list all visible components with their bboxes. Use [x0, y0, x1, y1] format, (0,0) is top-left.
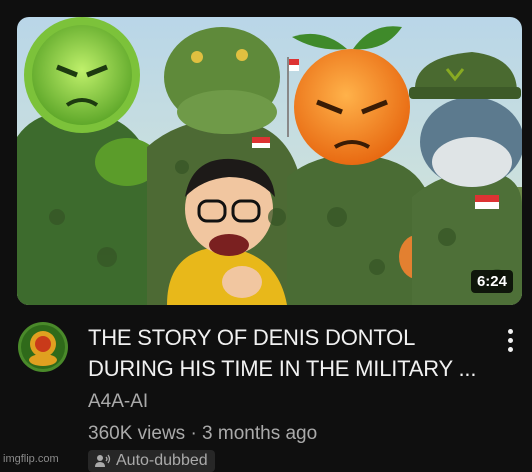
- avatar-icon: [18, 322, 68, 372]
- dubbing-icon: [95, 454, 111, 467]
- more-vert-icon-dot: [507, 337, 513, 343]
- channel-name[interactable]: A4A-AI: [88, 391, 148, 413]
- video-title-line-2: DURING HIS TIME IN THE MILITARY ...: [88, 356, 477, 381]
- more-actions-button[interactable]: [500, 326, 520, 354]
- more-vert-icon: [507, 328, 513, 334]
- channel-avatar[interactable]: [18, 322, 68, 372]
- video-metadata: 360K views · 3 months ago: [88, 423, 318, 444]
- more-vert-icon-dot: [507, 346, 513, 352]
- video-title[interactable]: THE STORY OF DENIS DONTOL DURING HIS TIM…: [88, 322, 488, 384]
- video-title-line-1: THE STORY OF DENIS DONTOL: [88, 325, 416, 350]
- auto-dubbed-label: Auto-dubbed: [116, 452, 208, 469]
- video-duration: 6:24: [470, 270, 513, 293]
- imgflip-watermark: imgflip.com: [3, 453, 59, 465]
- thumbnail-illustration: [17, 17, 522, 305]
- video-thumbnail[interactable]: 6:24: [17, 17, 522, 305]
